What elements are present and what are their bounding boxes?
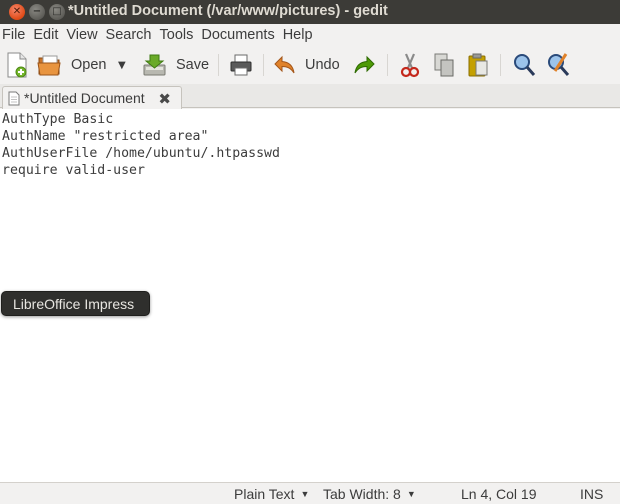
maximize-window-button[interactable]: □: [49, 4, 65, 20]
save-button[interactable]: Save: [142, 51, 209, 79]
cut-button[interactable]: [398, 51, 422, 79]
menu-edit[interactable]: Edit: [29, 24, 62, 46]
new-document-icon: [7, 52, 27, 78]
maximize-icon: □: [52, 6, 62, 17]
editor-line: AuthType Basic: [2, 112, 114, 127]
close-tab-icon[interactable]: ✖: [158, 90, 171, 108]
insert-mode: INS: [580, 486, 604, 502]
save-download-icon: [143, 54, 166, 76]
editor-line: AuthUserFile /home/ubuntu/.htpasswd: [2, 146, 280, 161]
copy-icon: [434, 53, 454, 77]
open-folder-icon: [37, 55, 61, 76]
paste-clipboard-icon: [468, 53, 488, 77]
save-label: Save: [176, 57, 210, 73]
paste-button[interactable]: [466, 51, 490, 79]
window-title: *Untitled Document (/var/www/pictures) -…: [68, 3, 388, 19]
copy-button[interactable]: [432, 51, 456, 79]
close-icon: ✕: [12, 6, 22, 17]
menu-help[interactable]: Help: [279, 24, 317, 46]
document-tabs: *Untitled Document ✖: [0, 84, 620, 109]
menu-bar: File Edit View Search Tools Documents He…: [0, 24, 620, 46]
toolbar-separator: [500, 54, 501, 76]
redo-button[interactable]: [352, 51, 376, 79]
launcher-tooltip: LibreOffice Impress: [1, 291, 150, 316]
new-document-button[interactable]: [6, 51, 28, 79]
language-selector[interactable]: Plain Text ▼: [234, 486, 309, 502]
menu-documents[interactable]: Documents: [197, 24, 278, 46]
editor-line: require valid-user: [2, 163, 145, 178]
tab-width-label: Tab Width:: [323, 486, 390, 502]
editor-line: AuthName "restricted area": [2, 129, 209, 144]
find-button[interactable]: [512, 51, 536, 79]
toolbar: Open ▼ Save Undo: [0, 46, 620, 84]
tab-untitled-document[interactable]: *Untitled Document ✖: [2, 86, 182, 109]
find-replace-button[interactable]: [546, 51, 572, 79]
open-button[interactable]: Open: [37, 51, 106, 79]
language-label: Plain Text: [234, 486, 295, 502]
minimize-window-button[interactable]: −: [29, 4, 45, 20]
open-label: Open: [71, 57, 107, 73]
scissors-icon: [400, 53, 420, 78]
dropdown-arrow-icon: ▼: [406, 489, 416, 499]
minimize-icon: −: [32, 6, 42, 17]
menu-search[interactable]: Search: [102, 24, 156, 46]
printer-icon: [230, 54, 252, 76]
undo-button[interactable]: Undo: [273, 51, 340, 79]
toolbar-separator: [387, 54, 388, 76]
tab-width-value: 8: [393, 486, 401, 502]
cursor-position: Ln 4, Col 19: [461, 486, 537, 502]
title-bar: ✕ − □ *Untitled Document (/var/www/pictu…: [0, 0, 620, 24]
toolbar-separator: [218, 54, 219, 76]
redo-arrow-icon: [354, 55, 375, 74]
dropdown-arrow-icon: ▼: [118, 59, 126, 71]
document-icon: [8, 91, 20, 105]
open-recent-dropdown[interactable]: ▼: [118, 51, 126, 79]
magnifier-icon: [514, 54, 536, 76]
tab-label: *Untitled Document: [24, 90, 145, 106]
menu-file[interactable]: File: [0, 24, 29, 46]
dropdown-arrow-icon: ▼: [300, 489, 310, 499]
toolbar-separator: [263, 54, 264, 76]
tab-width-selector[interactable]: Tab Width: 8 ▼: [323, 486, 416, 502]
menu-view[interactable]: View: [62, 24, 101, 46]
menu-tools[interactable]: Tools: [156, 24, 198, 46]
status-bar: Plain Text ▼ Tab Width: 8 ▼ Ln 4, Col 19 I…: [0, 482, 620, 504]
find-replace-icon: [548, 53, 570, 76]
undo-arrow-icon: [274, 55, 295, 74]
close-window-button[interactable]: ✕: [9, 4, 25, 20]
undo-label: Undo: [305, 57, 340, 73]
print-button[interactable]: [229, 51, 253, 79]
